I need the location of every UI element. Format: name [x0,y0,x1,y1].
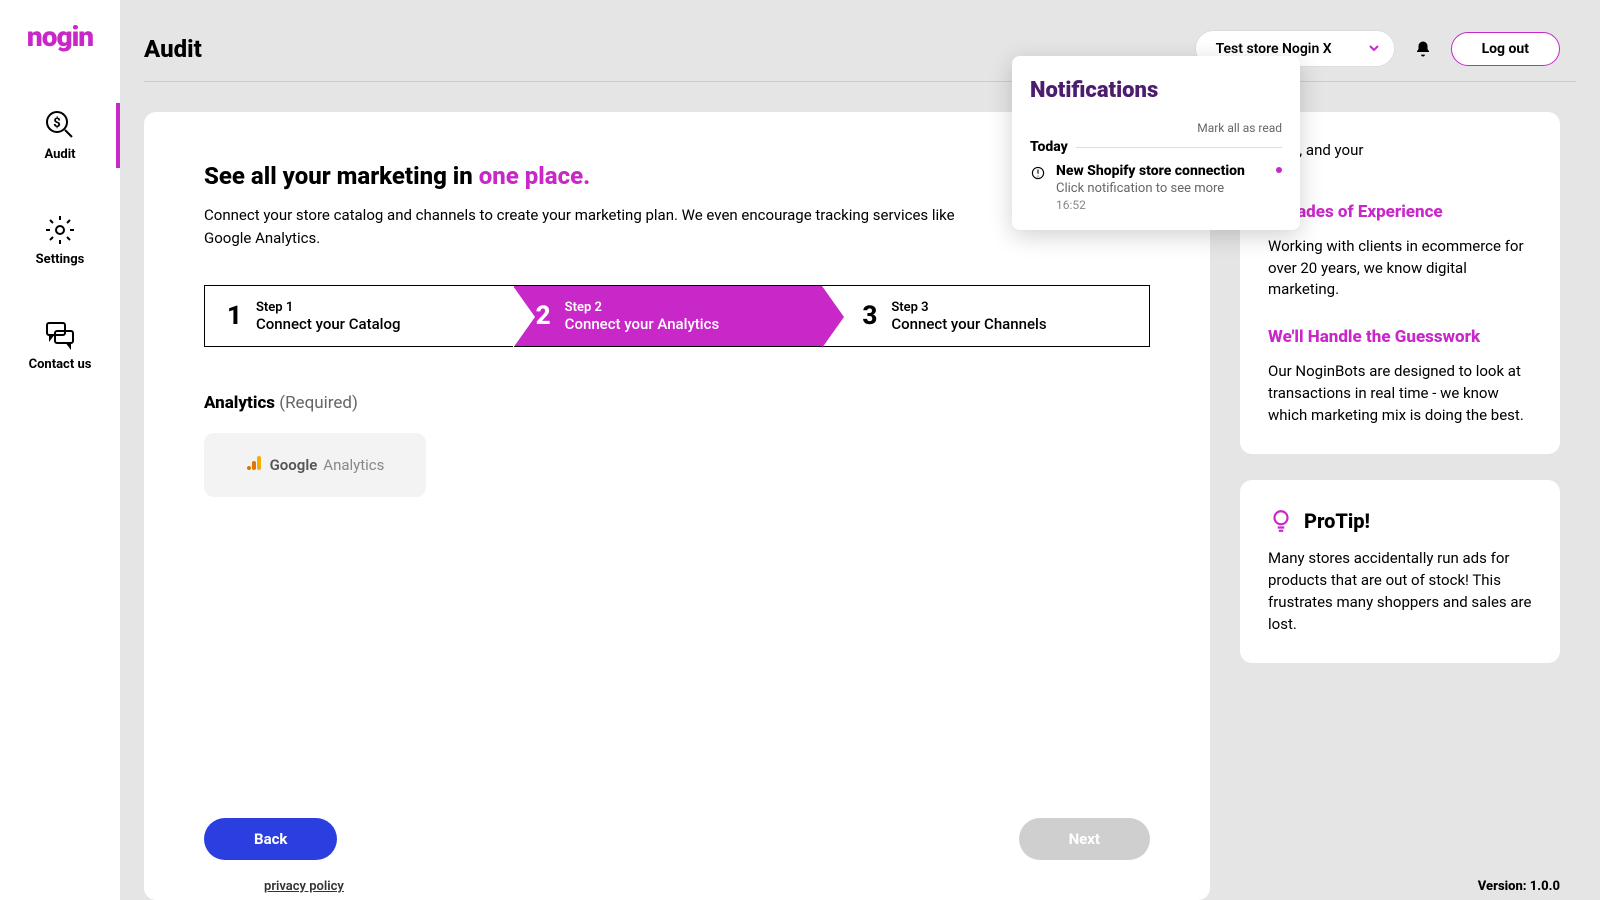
nav-audit[interactable]: $ Audit [0,103,120,168]
marketing-heading: See all your marketing in one place. [204,162,1150,190]
notif-item-sub: Click notification to see more [1056,181,1282,196]
step-sub: Connect your Analytics [565,315,720,333]
privacy-link[interactable]: privacy policy [264,879,344,894]
analytics-required: (Required) [279,393,358,413]
notif-item-time: 16:52 [1056,198,1282,212]
main-card: See all your marketing in one place. Con… [144,112,1210,900]
chat-icon [44,319,76,351]
nav-label: Settings [36,252,85,267]
step-1[interactable]: 1 Step 1 Connect your Catalog [205,286,514,346]
ga-logo-icon [246,454,264,476]
promo-heading: Decades of Experience [1268,202,1532,222]
marketing-desc: Connect your store catalog and channels … [204,204,984,249]
footer: privacy policy Version: 1.0.0 [240,879,1600,900]
back-button[interactable]: Back [204,818,337,860]
page-title: Audit [144,35,202,63]
protip-card: ProTip! Many stores accidentally run ads… [1240,480,1560,663]
promo-heading: We'll Handle the Guesswork [1268,327,1532,347]
bell-icon[interactable] [1413,39,1433,59]
nav-contact[interactable]: Contact us [0,313,120,378]
logout-button[interactable]: Log out [1451,32,1560,66]
header: Audit Test store Nogin X Log out [120,0,1600,81]
step-sub: Connect your Channels [891,315,1046,333]
gear-icon [44,214,76,246]
step-label: Step 3 [891,300,1046,315]
unread-dot [1276,167,1282,173]
version-label: Version: 1.0.0 [1478,879,1560,894]
step-number: 3 [862,301,877,331]
step-number: 1 [227,301,242,331]
step-label: Step 2 [565,300,720,315]
ga-text: Google [270,456,318,474]
heading-pre: See all your marketing in [204,162,479,190]
analytics-section-label: Analytics (Required) [204,393,1150,413]
protip-text: Many stores accidentally run ads for pro… [1268,548,1532,635]
heading-accent: one place. [479,162,590,190]
promo-text: Working with clients in ecommerce for ov… [1268,236,1532,301]
alert-icon [1031,165,1045,184]
notif-date-label: Today [1030,139,1068,155]
mark-all-read[interactable]: Mark all as read [1030,121,1282,135]
protip-title: ProTip! [1304,509,1370,533]
svg-text:$: $ [53,116,60,131]
notification-item[interactable]: New Shopify store connection Click notif… [1030,163,1282,212]
analytics-heading: Analytics [204,393,275,413]
notifications-title: Notifications [1030,78,1282,103]
notif-item-title: New Shopify store connection [1056,163,1282,179]
dollar-search-icon: $ [44,109,76,141]
chevron-down-icon [1368,39,1380,58]
step-label: Step 1 [256,300,401,315]
nav-label: Audit [44,147,75,162]
step-3[interactable]: 3 Step 3 Connect your Channels [822,286,1149,346]
promo-partial-text: ytics, and your [1268,140,1532,162]
nav-label: Contact us [29,357,92,372]
notifications-popover: Notifications Mark all as read Today New… [1012,56,1300,230]
next-button[interactable]: Next [1019,818,1150,860]
divider [1076,147,1282,148]
step-2[interactable]: 2 Step 2 Connect your Analytics [514,286,823,346]
lightbulb-icon [1268,508,1294,534]
google-analytics-card[interactable]: Google Analytics [204,433,426,497]
step-number: 2 [536,301,551,331]
stepper: 1 Step 1 Connect your Catalog 2 Step 2 C… [204,285,1150,347]
brand-logo: nogin [27,20,93,53]
sidebar: nogin $ Audit Settings [0,0,120,900]
ga-text: Analytics [323,456,384,474]
nav-settings[interactable]: Settings [0,208,120,273]
store-name: Test store Nogin X [1216,41,1332,57]
promo-text: Our NoginBots are designed to look at tr… [1268,361,1532,426]
step-sub: Connect your Catalog [256,315,401,333]
